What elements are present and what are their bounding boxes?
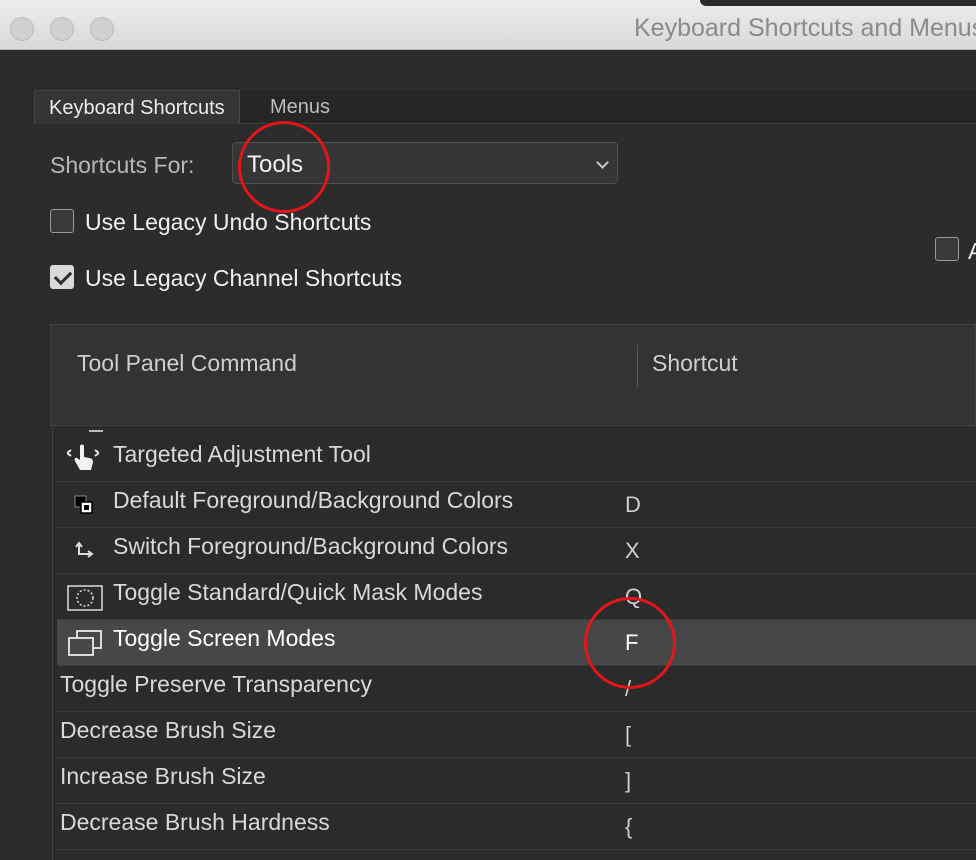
column-header-shortcut[interactable]: Shortcut xyxy=(652,350,738,377)
shortcut-table[interactable]: Targeted Adjustment Tool Default Foregro… xyxy=(52,426,976,860)
row-command-name: Decrease Brush Hardness xyxy=(60,809,330,835)
row-shortcut[interactable]: { xyxy=(625,814,632,840)
row-command-name: Toggle Standard/Quick Mask Modes xyxy=(113,579,483,605)
minimize-window-button[interactable] xyxy=(50,17,74,41)
table-header: Tool Panel Command Shortcut xyxy=(50,324,976,426)
shortcuts-for-label: Shortcuts For: xyxy=(50,152,195,178)
row-shortcut[interactable]: [ xyxy=(625,722,631,748)
title-bar: Keyboard Shortcuts and Menus xyxy=(0,0,976,50)
quick-mask-icon xyxy=(67,582,103,612)
annotation-circle-tools xyxy=(238,121,330,213)
row-command-name: Decrease Brush Size xyxy=(60,717,277,743)
default-colors-icon xyxy=(71,490,103,520)
tab-bar: Keyboard Shortcuts Menus xyxy=(34,90,976,124)
table-row[interactable]: Decrease Brush Size [ xyxy=(57,712,976,758)
close-window-button[interactable] xyxy=(10,17,34,41)
annotation-circle-f-key xyxy=(584,597,676,689)
dialog-body: Keyboard Shortcuts Menus Shortcuts For: … xyxy=(0,50,976,860)
legacy-channel-checkbox[interactable] xyxy=(50,265,74,289)
background-window-edge xyxy=(700,0,976,6)
table-row[interactable]: Targeted Adjustment Tool xyxy=(57,436,976,482)
row-shortcut[interactable]: ] xyxy=(625,768,631,794)
row-command-name: Switch Foreground/Background Colors xyxy=(113,533,509,559)
tab-menus[interactable]: Menus xyxy=(256,90,344,124)
row-command-name: Increase Brush Size xyxy=(60,763,266,789)
table-row-selected[interactable]: Toggle Screen Modes F xyxy=(57,620,976,666)
table-row[interactable]: Toggle Standard/Quick Mask Modes Q xyxy=(57,574,976,620)
column-divider[interactable] xyxy=(637,345,638,387)
row-command-name: Toggle Preserve Transparency xyxy=(60,671,372,697)
row-command-name: Targeted Adjustment Tool xyxy=(113,441,371,467)
table-row[interactable]: Toggle Preserve Transparency / xyxy=(57,666,976,712)
truncated-option-label: A xyxy=(968,238,976,264)
chevron-down-icon xyxy=(596,156,609,169)
table-row[interactable]: Default Foreground/Background Colors D xyxy=(57,482,976,528)
legacy-undo-checkbox[interactable] xyxy=(50,209,74,233)
truncated-option-checkbox[interactable] xyxy=(935,237,959,261)
targeted-adjustment-icon xyxy=(65,444,101,474)
screen-modes-icon xyxy=(65,628,105,658)
legacy-undo-label: Use Legacy Undo Shortcuts xyxy=(85,209,372,235)
row-shortcut[interactable]: D xyxy=(625,492,641,518)
legacy-channel-label: Use Legacy Channel Shortcuts xyxy=(85,265,403,291)
tab-keyboard-shortcuts[interactable]: Keyboard Shortcuts xyxy=(34,90,240,124)
scrolled-row-fragment xyxy=(89,426,103,432)
table-row[interactable]: Decrease Brush Hardness { xyxy=(57,804,976,850)
table-row[interactable]: Switch Foreground/Background Colors X xyxy=(57,528,976,574)
switch-colors-icon xyxy=(71,536,103,566)
row-command-name: Toggle Screen Modes xyxy=(113,625,336,651)
row-shortcut[interactable]: X xyxy=(625,538,640,564)
column-header-command[interactable]: Tool Panel Command xyxy=(77,350,297,377)
zoom-window-button[interactable] xyxy=(90,17,114,41)
row-command-name: Default Foreground/Background Colors xyxy=(113,487,514,513)
table-row[interactable]: Increase Brush Size ] xyxy=(57,758,976,804)
window-title: Keyboard Shortcuts and Menus xyxy=(634,14,976,42)
